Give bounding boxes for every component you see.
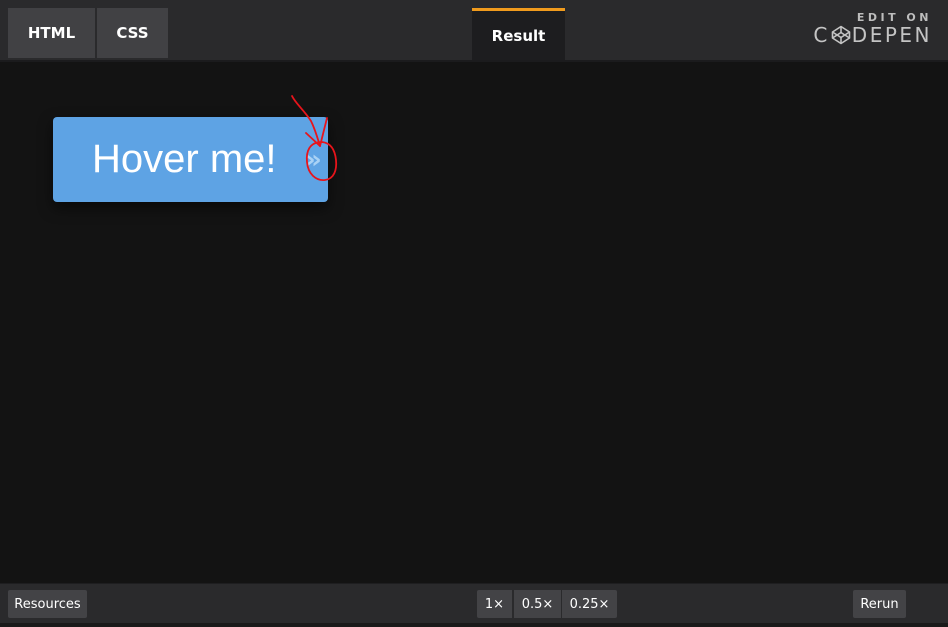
tab-result[interactable]: Result xyxy=(472,8,565,60)
codepen-wordmark: C DEPEN xyxy=(813,23,932,47)
zoom-1x-button[interactable]: 1× xyxy=(477,590,512,618)
codepen-wordmark-right: DEPEN xyxy=(851,23,932,47)
hover-me-label: Hover me! xyxy=(92,137,277,181)
tab-html[interactable]: HTML xyxy=(8,8,96,58)
tab-css[interactable]: CSS xyxy=(97,8,168,58)
edit-on-codepen-link[interactable]: EDIT ON C DEPEN xyxy=(808,10,932,50)
double-chevron-right-icon: » xyxy=(305,145,322,175)
zoom-0.5x-button[interactable]: 0.5× xyxy=(514,590,561,618)
hover-me-button[interactable]: Hover me! » xyxy=(53,117,328,202)
editor-header: HTML CSS Result EDIT ON C DEPEN xyxy=(0,0,948,62)
rerun-button[interactable]: Rerun xyxy=(853,590,906,618)
codepen-wordmark-left: C xyxy=(813,23,830,47)
bottom-edge xyxy=(0,623,948,627)
codepen-cube-icon xyxy=(831,25,851,45)
editor-footer: Resources 1× 0.5× 0.25× Rerun xyxy=(0,583,948,627)
resources-button[interactable]: Resources xyxy=(8,590,87,618)
zoom-0.25x-button[interactable]: 0.25× xyxy=(562,590,617,618)
